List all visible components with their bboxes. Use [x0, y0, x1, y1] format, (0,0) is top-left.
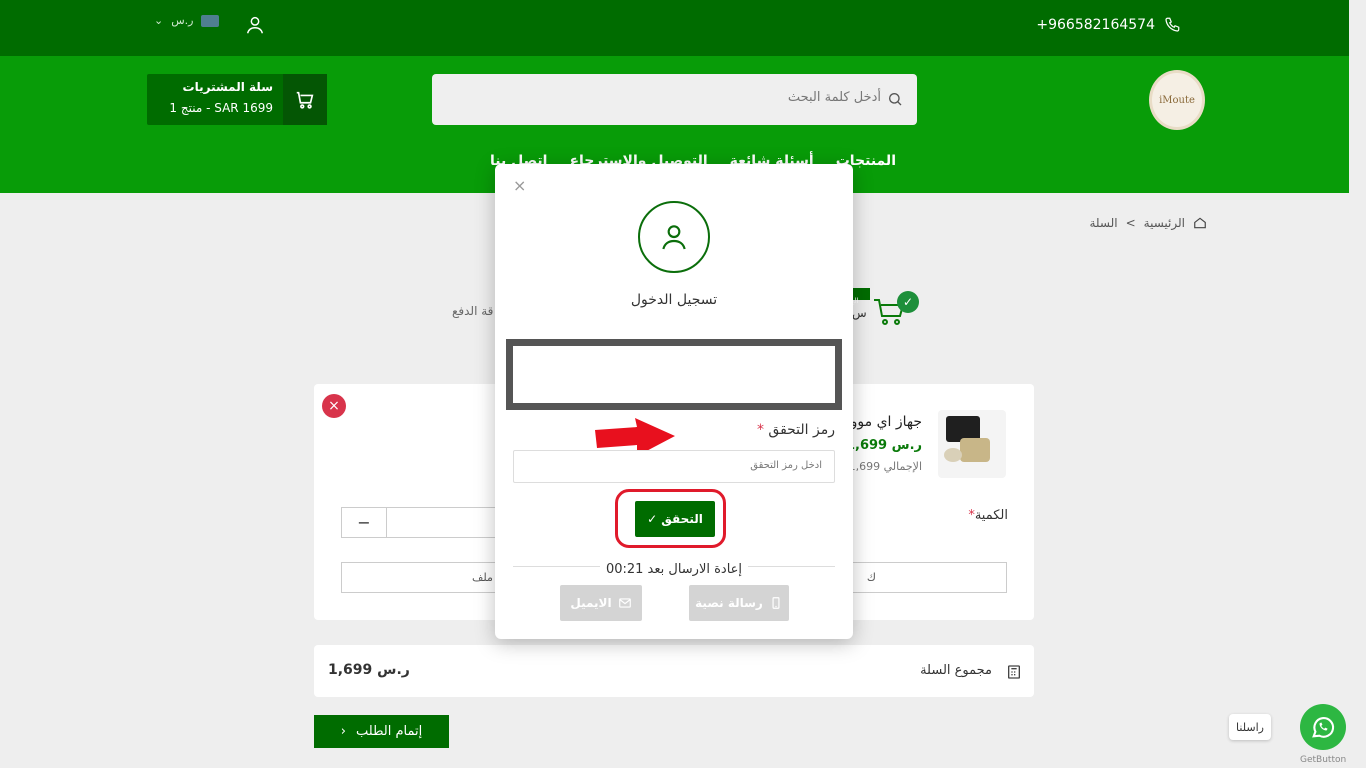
user-avatar-icon	[638, 201, 710, 273]
step-payment-label: قة الدفع	[452, 304, 494, 318]
verify-button[interactable]: التحقق ✓	[635, 501, 715, 537]
calculator-icon	[1008, 665, 1020, 679]
step-complete-icon: ✓	[897, 291, 919, 313]
mobile-icon	[772, 597, 780, 609]
whatsapp-tooltip[interactable]: راسلنا	[1229, 714, 1271, 740]
breadcrumb-home[interactable]: الرئيسية	[1144, 216, 1185, 230]
product-name[interactable]: جهاز اي موو	[851, 414, 922, 430]
home-icon	[1194, 217, 1206, 229]
whatsapp-button[interactable]	[1300, 704, 1346, 750]
checkout-label: إتمام الطلب	[356, 724, 423, 739]
checkout-button[interactable]: إتمام الطلب ‹	[314, 715, 449, 748]
login-modal: × تسجيل الدخول * رمز التحقق ادخل رمز الت…	[495, 164, 853, 639]
quantity-stepper[interactable]: −	[341, 507, 501, 538]
modal-title: تسجيل الدخول	[630, 292, 718, 308]
verification-code-input[interactable]: ادخل رمز التحقق	[513, 450, 835, 483]
flag-icon	[201, 14, 220, 27]
cart-total-card: مجموع السلة 1,699 ر.س	[314, 645, 1034, 697]
redacted-area	[506, 339, 842, 410]
email-label: الايميل	[570, 596, 612, 610]
phone-contact[interactable]: +966582164574	[1036, 16, 1181, 34]
close-modal-button[interactable]: ×	[513, 176, 526, 195]
top-bar: +966582164574 ⌄ ر.س	[0, 0, 1349, 56]
search-icon[interactable]	[887, 91, 903, 107]
breadcrumb: الرئيسية > السلة	[1089, 216, 1207, 230]
envelope-icon	[618, 598, 631, 608]
cart-icon	[296, 91, 314, 109]
cart-summary: 1 منتج - SAR 1699	[169, 101, 273, 115]
chevron-down-icon: ⌄	[154, 14, 164, 27]
verification-code-label: * رمز التحقق	[756, 422, 835, 438]
note-label[interactable]: ك	[867, 571, 876, 584]
verify-label: التحقق	[661, 512, 703, 526]
attach-file-label[interactable]: ملف	[472, 571, 493, 584]
logo-text: iMoute	[1159, 94, 1195, 106]
resend-timer: إعادة الارسال بعد 00:21	[495, 558, 853, 577]
quantity-label: *الكمية	[968, 508, 1008, 523]
quantity-decrease-button[interactable]: −	[342, 508, 387, 537]
remove-item-button[interactable]: ×	[322, 394, 346, 418]
site-logo[interactable]: iMoute	[1149, 70, 1205, 130]
whatsapp-icon	[1312, 717, 1335, 738]
breadcrumb-separator: >	[1125, 216, 1136, 230]
getbutton-brand: GetButton	[1300, 755, 1347, 765]
phone-number[interactable]: +966582164574	[1036, 17, 1155, 33]
product-image[interactable]	[938, 410, 1006, 478]
search-bar[interactable]: أدخل كلمة البحث	[432, 74, 917, 125]
currency-label: ر.س	[171, 14, 194, 27]
check-icon: ✓	[647, 512, 658, 526]
sms-button[interactable]: رسالة نصية	[689, 585, 789, 621]
step-cart-label: س	[852, 306, 867, 320]
cart-title: سلة المشتريات	[182, 80, 273, 94]
breadcrumb-current: السلة	[1089, 216, 1118, 230]
product-price: 1,699 ر.س	[845, 438, 922, 453]
cart-button[interactable]	[283, 74, 327, 125]
cart-total-label: مجموع السلة	[920, 663, 992, 678]
email-button[interactable]: الايميل	[560, 585, 642, 621]
user-account-icon[interactable]	[244, 14, 266, 36]
user-icon	[662, 225, 686, 250]
sms-label: رسالة نصية	[695, 596, 763, 610]
currency-selector[interactable]: ⌄ ر.س	[154, 14, 220, 27]
phone-icon	[1165, 17, 1180, 32]
mini-cart[interactable]: سلة المشتريات 1 منتج - SAR 1699	[147, 74, 327, 125]
cart-total-value: 1,699 ر.س	[328, 662, 410, 678]
search-input[interactable]: أدخل كلمة البحث	[788, 90, 881, 105]
chevron-left-icon: ‹	[340, 724, 346, 739]
